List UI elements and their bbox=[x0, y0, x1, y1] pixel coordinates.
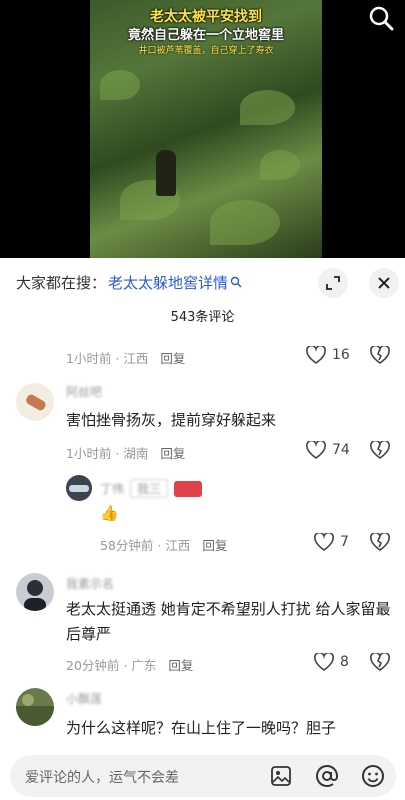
user-badge: 我三 bbox=[130, 479, 169, 498]
expand-icon bbox=[326, 276, 340, 290]
like-button[interactable]: 74 bbox=[306, 441, 350, 459]
search-icon[interactable] bbox=[367, 4, 395, 32]
person-figure bbox=[156, 150, 176, 196]
dislike-button[interactable] bbox=[370, 344, 390, 368]
hot-search-keyword: 老太太躲地窖详情 bbox=[108, 274, 229, 292]
username[interactable]: 阿丝吧 bbox=[66, 383, 102, 400]
comment-meta: 20分钟前 · 广东 回复 bbox=[66, 655, 193, 674]
username[interactable]: 小飘莲 bbox=[66, 690, 102, 707]
reply-button[interactable]: 回复 bbox=[202, 535, 227, 554]
comment-text: 害怕挫骨扬灰，提前穿好躲起来 bbox=[66, 411, 277, 429]
username[interactable]: 丁伟 bbox=[100, 480, 124, 497]
avatar[interactable] bbox=[66, 475, 92, 501]
search-small-icon bbox=[230, 274, 242, 292]
comment-input-placeholder: 爱评论的人，运气不会差 bbox=[25, 770, 179, 786]
comment-text: 为什么这样呢？在山上住了一晚吗？胆子 bbox=[66, 719, 337, 737]
like-count: 16 bbox=[332, 347, 350, 363]
like-count: 74 bbox=[332, 442, 350, 458]
avatar[interactable] bbox=[16, 383, 54, 421]
like-button[interactable]: 8 bbox=[314, 653, 349, 671]
badge-tag-icon bbox=[174, 480, 203, 497]
comment-text: 老太太挺通透 她肯定不希望别人打扰 给人家留最后尊严 bbox=[66, 600, 391, 643]
dislike-button[interactable] bbox=[370, 531, 390, 555]
reply-button[interactable]: 回复 bbox=[160, 443, 185, 462]
heart-icon bbox=[314, 653, 334, 671]
avatar[interactable] bbox=[16, 688, 54, 726]
reply-button[interactable]: 回复 bbox=[160, 348, 185, 367]
broken-heart-icon bbox=[370, 344, 390, 364]
emoji-icon[interactable] bbox=[361, 764, 385, 792]
comment-text: 👍 bbox=[100, 504, 119, 522]
video-frame: 老太太被平安找到 竟然自己躲在一个立地窖里 井口被芦苇覆盖，自己穿上了寿衣 bbox=[90, 0, 322, 258]
comment-meta: 1小时前 · 湖南 回复 bbox=[66, 443, 185, 462]
comment-count: 543条评论 bbox=[170, 310, 235, 325]
video-caption-1: 老太太被平安找到 bbox=[150, 9, 262, 25]
username[interactable]: 我素示名 bbox=[66, 575, 114, 592]
reply-username-row: 丁伟 我三 bbox=[100, 479, 203, 498]
dislike-button[interactable] bbox=[370, 651, 390, 675]
avatar[interactable] bbox=[16, 573, 54, 611]
video-caption-3: 井口被芦苇覆盖，自己穿上了寿衣 bbox=[138, 46, 274, 56]
like-count: 7 bbox=[340, 534, 349, 550]
like-count: 8 bbox=[340, 654, 349, 670]
video-caption-2: 竟然自己躲在一个立地窖里 bbox=[127, 28, 284, 43]
image-icon[interactable] bbox=[270, 765, 292, 791]
comment-meta: 58分钟前 · 江西 回复 bbox=[100, 535, 227, 554]
broken-heart-icon bbox=[370, 439, 390, 459]
like-button[interactable]: 7 bbox=[314, 533, 349, 551]
reply-button[interactable]: 回复 bbox=[168, 655, 193, 674]
comment-input[interactable]: 爱评论的人，运气不会差 bbox=[10, 755, 396, 797]
at-mention-icon[interactable] bbox=[315, 764, 339, 792]
expand-button[interactable] bbox=[318, 268, 348, 298]
heart-icon bbox=[306, 346, 326, 364]
broken-heart-icon bbox=[370, 531, 390, 551]
like-button[interactable]: 16 bbox=[306, 346, 350, 364]
dislike-button[interactable] bbox=[370, 439, 390, 463]
close-button[interactable] bbox=[369, 268, 399, 298]
comment-meta: 1小时前 · 江西 回复 bbox=[66, 348, 185, 367]
hot-search-link[interactable]: 大家都在搜： 老太太躲地窖详情 bbox=[16, 272, 242, 293]
broken-heart-icon bbox=[370, 651, 390, 671]
video-player[interactable]: 老太太被平安找到 竟然自己躲在一个立地窖里 井口被芦苇覆盖，自己穿上了寿衣 bbox=[0, 0, 405, 258]
heart-icon bbox=[306, 441, 326, 459]
close-icon bbox=[378, 277, 390, 289]
heart-icon bbox=[314, 533, 334, 551]
hot-search-prefix: 大家都在搜： bbox=[16, 274, 107, 292]
